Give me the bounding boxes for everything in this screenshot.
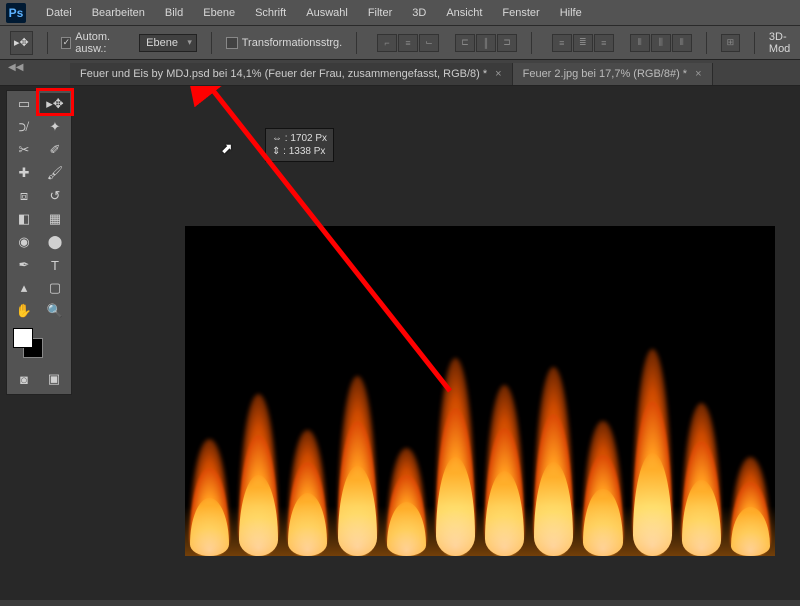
magic-wand-tool-icon[interactable]: ✦ <box>40 116 70 138</box>
mouse-cursor-icon: ⬈ <box>221 140 233 157</box>
dist-top-icon[interactable]: ≡ <box>552 34 572 52</box>
eyedropper-tool-icon[interactable]: ✐ <box>40 139 70 161</box>
close-icon[interactable]: × <box>695 68 701 80</box>
heal-tool-icon[interactable]: ✚ <box>9 162 39 184</box>
move-tool-icon[interactable]: ▸✥ <box>40 93 70 115</box>
path-select-tool-icon[interactable]: ▴ <box>9 277 39 299</box>
app-logo: Ps <box>6 3 26 23</box>
align-group-2: ⊏ ║ ⊐ <box>455 34 517 52</box>
distribute-group-2: ⫴ ⫼ ⫴ <box>630 34 692 52</box>
separator <box>356 32 357 54</box>
separator <box>706 32 707 54</box>
menu-3d[interactable]: 3D <box>402 0 436 25</box>
separator <box>531 32 532 54</box>
menu-window[interactable]: Fenster <box>492 0 549 25</box>
gradient-tool-icon[interactable]: ▦ <box>40 208 70 230</box>
move-tool-indicator-icon[interactable]: ▸✥ <box>10 31 33 55</box>
menu-file[interactable]: Datei <box>36 0 82 25</box>
marquee-tool-icon[interactable]: ▭ <box>9 93 39 115</box>
shape-tool-icon[interactable]: ▢ <box>40 277 70 299</box>
menu-filter[interactable]: Filter <box>358 0 402 25</box>
menu-bar: Ps Datei Bearbeiten Bild Ebene Schrift A… <box>0 0 800 26</box>
layer-dropdown[interactable]: Ebene <box>139 34 197 52</box>
align-left-icon[interactable]: ⊏ <box>455 34 475 52</box>
transform-controls-label: Transformationsstrg. <box>242 37 342 49</box>
close-icon[interactable]: × <box>495 68 501 80</box>
blur-tool-icon[interactable]: ◉ <box>9 231 39 253</box>
type-tool-icon[interactable]: T <box>40 254 70 276</box>
width-label: ⇔ : <box>272 133 288 144</box>
options-bar: ▸✥ ✓ Autom. ausw.: Ebene Transformations… <box>0 26 800 60</box>
dist-right-icon[interactable]: ⫴ <box>672 34 692 52</box>
transform-controls-checkbox[interactable]: Transformationsstrg. <box>226 37 342 49</box>
workspace: ▭ ▸✥ ⟉ ✦ ✂ ✐ ✚ 🖌 ⧈ ↺ ◧ ▦ ◉ ⬤ ✒ T ▴ ▢ ✋ 🔍… <box>0 86 800 600</box>
separator <box>47 32 48 54</box>
history-brush-tool-icon[interactable]: ↺ <box>40 185 70 207</box>
fire-glow <box>185 506 775 556</box>
align-vcenter-icon[interactable]: ≡ <box>398 34 418 52</box>
dist-left-icon[interactable]: ⫴ <box>630 34 650 52</box>
dist-bottom-icon[interactable]: ≡ <box>594 34 614 52</box>
tab-label: Feuer 2.jpg bei 17,7% (RGB/8#) * <box>523 68 687 80</box>
distribute-group-1: ≡ ≣ ≡ <box>552 34 614 52</box>
auto-align-icon[interactable]: ⊞ <box>721 34 741 52</box>
menu-type[interactable]: Schrift <box>245 0 296 25</box>
checkbox-icon <box>226 37 238 49</box>
width-value: 1702 Px <box>290 133 327 144</box>
auto-select-label: Autom. ausw.: <box>75 31 129 55</box>
document-canvas[interactable] <box>185 226 775 556</box>
measurement-tooltip: ⇔ : 1702 Px ⇕ : 1338 Px <box>265 128 334 162</box>
auto-select-checkbox[interactable]: ✓ Autom. ausw.: <box>61 31 129 55</box>
dist-vcenter-icon[interactable]: ≣ <box>573 34 593 52</box>
align-top-icon[interactable]: ⌐ <box>377 34 397 52</box>
menu-layer[interactable]: Ebene <box>193 0 245 25</box>
height-value: 1338 Px <box>289 146 326 157</box>
color-swatch[interactable] <box>9 328 69 364</box>
eraser-tool-icon[interactable]: ◧ <box>9 208 39 230</box>
separator <box>211 32 212 54</box>
brush-tool-icon[interactable]: 🖌 <box>40 162 70 184</box>
clone-tool-icon[interactable]: ⧈ <box>9 185 39 207</box>
align-bottom-icon[interactable]: ⌙ <box>419 34 439 52</box>
align-group-1: ⌐ ≡ ⌙ <box>377 34 439 52</box>
align-hcenter-icon[interactable]: ║ <box>476 34 496 52</box>
align-right-icon[interactable]: ⊐ <box>497 34 517 52</box>
pen-tool-icon[interactable]: ✒ <box>9 254 39 276</box>
document-tab-bar: Feuer und Eis by MDJ.psd bei 14,1% (Feue… <box>0 60 800 86</box>
menu-image[interactable]: Bild <box>155 0 193 25</box>
height-label: ⇕ : <box>272 146 286 157</box>
dodge-tool-icon[interactable]: ⬤ <box>40 231 70 253</box>
toolbox: ▭ ▸✥ ⟉ ✦ ✂ ✐ ✚ 🖌 ⧈ ↺ ◧ ▦ ◉ ⬤ ✒ T ▴ ▢ ✋ 🔍… <box>6 90 72 395</box>
menu-select[interactable]: Auswahl <box>296 0 358 25</box>
dist-hcenter-icon[interactable]: ⫼ <box>651 34 671 52</box>
checkbox-icon: ✓ <box>61 37 71 49</box>
mode-3d-label[interactable]: 3D-Mod <box>769 31 800 55</box>
collapse-panels-icon[interactable]: ◀◀ <box>8 62 23 73</box>
crop-tool-icon[interactable]: ✂ <box>9 139 39 161</box>
foreground-color-swatch[interactable] <box>13 328 33 348</box>
menu-help[interactable]: Hilfe <box>550 0 592 25</box>
lasso-tool-icon[interactable]: ⟉ <box>9 116 39 138</box>
zoom-tool-icon[interactable]: 🔍 <box>40 300 70 322</box>
menu-view[interactable]: Ansicht <box>436 0 492 25</box>
document-tab-inactive[interactable]: Feuer 2.jpg bei 17,7% (RGB/8#) * × <box>513 63 713 85</box>
hand-tool-icon[interactable]: ✋ <box>9 300 39 322</box>
document-tab-active[interactable]: Feuer und Eis by MDJ.psd bei 14,1% (Feue… <box>70 63 513 85</box>
separator <box>754 32 755 54</box>
quickmask-icon[interactable]: ◙ <box>9 370 39 388</box>
screenmode-icon[interactable]: ▣ <box>39 370 69 388</box>
menu-edit[interactable]: Bearbeiten <box>82 0 155 25</box>
tab-label: Feuer und Eis by MDJ.psd bei 14,1% (Feue… <box>80 68 487 80</box>
